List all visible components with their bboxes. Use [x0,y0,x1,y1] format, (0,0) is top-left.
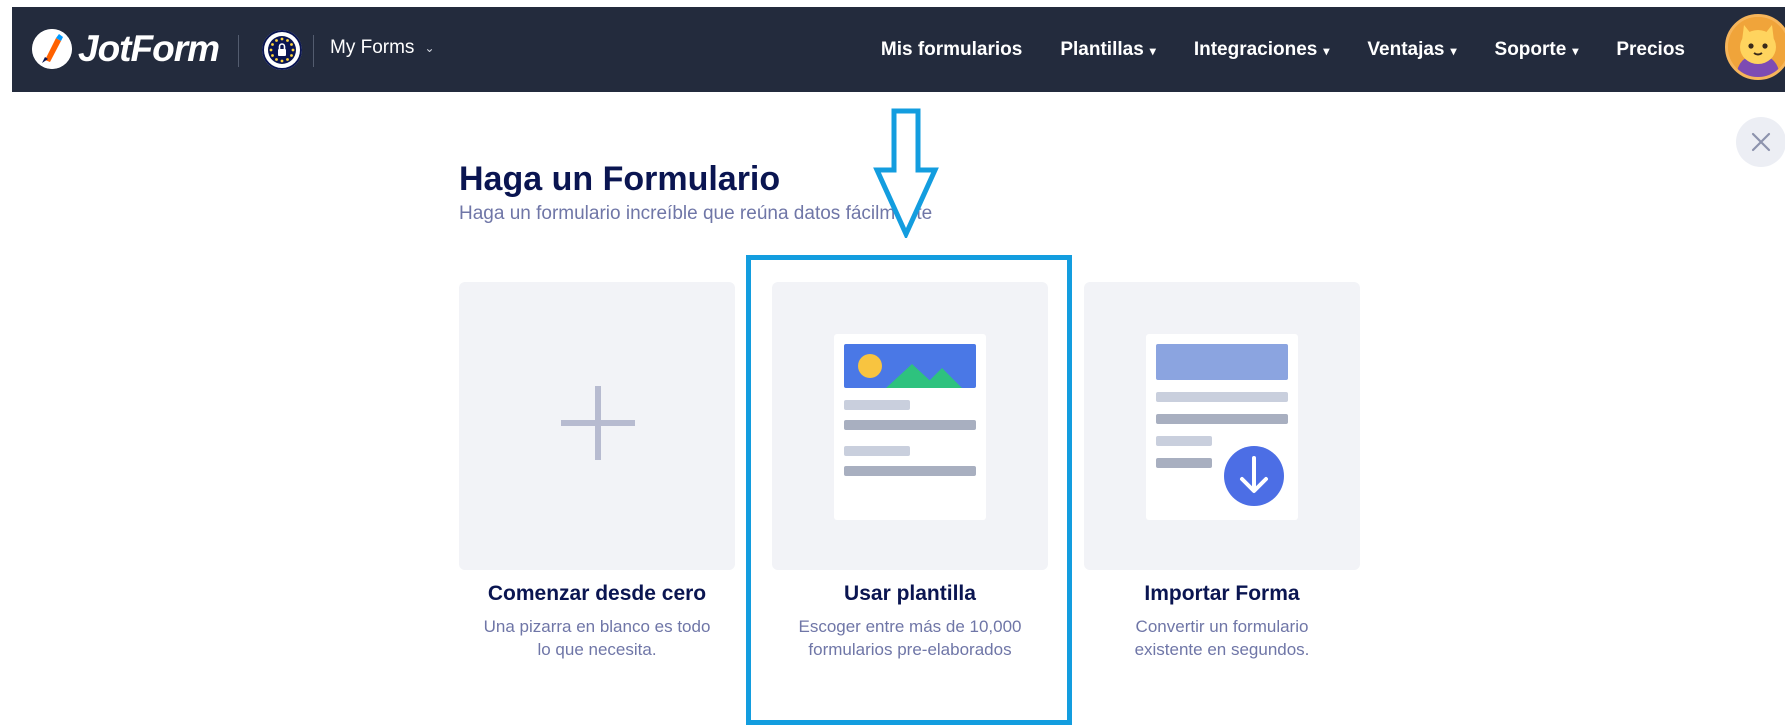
nav-mis-formularios[interactable]: Mis formularios [881,39,1022,61]
nav-label: Integraciones [1193,38,1318,60]
avatar[interactable] [1725,14,1785,80]
jotform-logo[interactable]: JotForm [32,27,220,71]
page-subtitle: Haga un formulario increíble que reúna d… [459,203,933,224]
card-desc-line: Convertir un formulario [1135,617,1309,636]
card-title: Comenzar desde cero [487,582,707,605]
card-description: Escoger entre más de 10,000 formularios … [772,615,1048,661]
card-desc-line: existente en segundos. [1134,640,1310,659]
card-description: Convertir un formulario existente en seg… [1084,615,1360,661]
close-button[interactable] [1736,117,1785,167]
nav-integraciones[interactable]: Integraciones ▾ [1194,39,1330,61]
nav-plantillas[interactable]: Plantillas ▾ [1060,39,1155,61]
brand-name: JotForm [78,28,220,69]
nav-label: Plantillas [1060,38,1144,60]
card-desc-line: lo que necesita. [537,640,657,659]
nav-label: Soporte [1494,38,1567,60]
caret-down-icon: ▾ [1572,43,1579,58]
my-forms-label: My Forms [330,37,415,58]
nav-precios[interactable]: Precios [1616,39,1685,61]
nav-label: Ventajas [1367,38,1445,60]
chevron-down-icon: ⌄ [424,41,435,55]
nav-divider [313,35,314,67]
my-forms-dropdown[interactable]: My Forms ⌄ [330,37,435,59]
nav-label: Precios [1616,38,1685,60]
caret-down-icon: ▾ [1450,43,1457,58]
use-template-card[interactable] [772,282,1048,570]
top-navbar: JotForm My Forms ⌄ Mis formularios Plant… [12,7,1785,92]
page-title: Haga un Formulario [459,160,781,198]
card-desc-line: formularios pre-elaborados [808,640,1012,659]
card-desc-line: Una pizarra en blanco es todo [483,617,711,636]
close-icon [1751,132,1771,152]
annotation-arrow-icon [873,108,939,238]
card-title: Usar plantilla [844,582,976,605]
caret-down-icon: ▾ [1323,43,1330,58]
eu-shield-icon[interactable] [262,30,302,70]
card-description: Una pizarra en blanco es todo lo que nec… [459,615,735,661]
card-title: Importar Forma [1144,582,1300,605]
start-from-scratch-card[interactable] [459,282,735,570]
import-form-card[interactable] [1084,282,1360,570]
template-icon [834,334,986,520]
plus-icon [561,386,635,460]
card-desc-line: Escoger entre más de 10,000 [798,617,1022,636]
nav-ventajas[interactable]: Ventajas ▾ [1367,39,1456,61]
nav-soporte[interactable]: Soporte ▾ [1495,39,1579,61]
nav-divider [238,35,239,67]
jotform-logo-icon [32,29,72,69]
caret-down-icon: ▾ [1149,43,1156,58]
nav-label: Mis formularios [880,38,1023,60]
main-nav: Mis formularios Plantillas ▾ Integracione… [843,7,1685,92]
import-icon [1146,334,1298,520]
